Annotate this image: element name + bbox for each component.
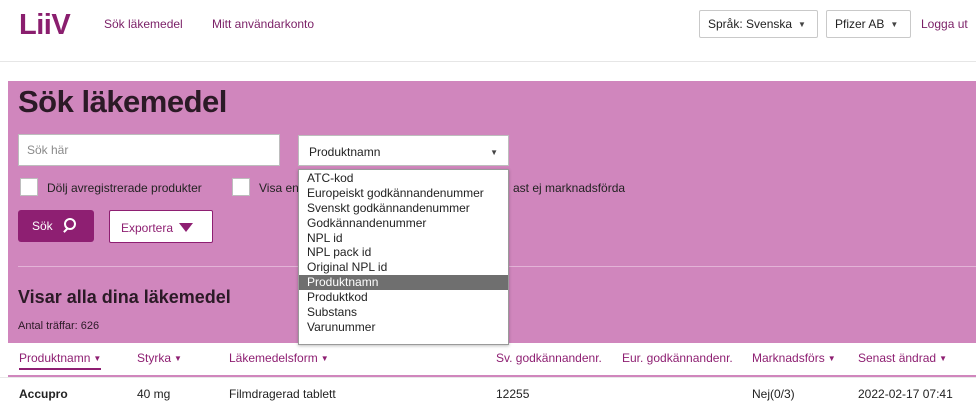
- hit-count: Antal träffar: 626: [18, 320, 100, 332]
- column-header-label: Eur. godkännandenr.: [622, 351, 733, 365]
- cell-last-changed: 2022-02-17 07:41: [858, 387, 953, 401]
- language-select[interactable]: Språk: Svenska ▼: [699, 10, 818, 38]
- not-marketed-label: ast ej marknadsförda: [513, 181, 626, 195]
- column-header-strength[interactable]: Styrka ▼: [137, 351, 182, 365]
- sort-down-icon: ▼: [939, 354, 947, 364]
- search-input[interactable]: [18, 134, 280, 166]
- dropdown-option-original-npl-id[interactable]: Original NPL id: [299, 260, 508, 275]
- show-only-label: Visa en: [259, 181, 299, 195]
- column-header-label: Senast ändrad: [858, 351, 937, 365]
- chevron-down-icon: ▼: [490, 148, 498, 157]
- results-table-header: Produktnamn ▼ Styrka ▼ Läkemedelsform ▼ Sv.…: [0, 343, 976, 375]
- table-row[interactable]: Accupro 40 mg Filmdragerad tablett 12255…: [0, 377, 976, 403]
- top-navigation: LiiV Sök läkemedel Mitt användarkonto Sp…: [0, 0, 976, 62]
- dropdown-option-product-code[interactable]: Produktkod: [299, 290, 508, 305]
- column-header-label: Marknadsförs: [752, 351, 825, 365]
- export-button-label: Exportera: [121, 221, 174, 235]
- dropdown-option-approval[interactable]: Godkännandenummer: [299, 216, 508, 231]
- sort-down-icon: ▼: [827, 354, 836, 364]
- dropdown-option-item-number[interactable]: Varunummer: [299, 320, 508, 335]
- column-header-dosage-form[interactable]: Läkemedelsform ▼: [229, 351, 329, 365]
- cell-marketed: Nej(0/3): [752, 387, 795, 401]
- dropdown-option-eur-approval[interactable]: Europeiskt godkännandenummer: [299, 186, 508, 201]
- search-field-selected-value: Produktnamn: [309, 145, 381, 159]
- cell-sv-approval: 12255: [496, 387, 530, 401]
- search-field-select[interactable]: Produktnamn ▼: [298, 135, 509, 166]
- dropdown-option-atc[interactable]: ATC-kod: [299, 171, 508, 186]
- search-button-label: Sök: [32, 219, 53, 233]
- export-button[interactable]: Exportera: [109, 210, 213, 243]
- chevron-down-icon: ▼: [890, 20, 899, 30]
- column-header-label: Styrka: [137, 351, 172, 365]
- organization-select[interactable]: Pfizer AB ▼: [826, 10, 911, 38]
- nav-search-medicines[interactable]: Sök läkemedel: [104, 17, 183, 31]
- column-header-label: Läkemedelsform: [229, 351, 318, 365]
- nav-my-account[interactable]: Mitt användarkonto: [212, 17, 314, 31]
- show-only-checkbox[interactable]: [232, 178, 250, 196]
- chevron-down-icon: ▼: [798, 20, 806, 30]
- liiv-logo[interactable]: LiiV: [19, 9, 71, 42]
- column-header-marketed[interactable]: Marknadsförs ▼: [752, 351, 836, 365]
- organization-label: Pfizer AB: [835, 17, 885, 31]
- dropdown-option-npl-pack-id[interactable]: NPL pack id: [299, 245, 508, 260]
- column-header-label: Produktnamn: [19, 351, 91, 365]
- sort-down-icon: ▼: [174, 354, 182, 364]
- dropdown-option-npl-id[interactable]: NPL id: [299, 231, 508, 246]
- cell-strength: 40 mg: [137, 387, 171, 401]
- column-header-eur-approval: Eur. godkännandenr.: [622, 351, 733, 365]
- column-header-label: Sv. godkännandenr.: [496, 351, 602, 365]
- dropdown-option-substance[interactable]: Substans: [299, 305, 508, 320]
- language-label: Språk: Svenska: [708, 17, 793, 31]
- column-header-last-changed[interactable]: Senast ändrad ▼: [858, 351, 947, 365]
- page-title: Sök läkemedel: [18, 84, 227, 119]
- cell-dosage-form: Filmdragerad tablett: [229, 387, 336, 401]
- logout-link[interactable]: Logga ut: [921, 17, 968, 31]
- search-icon: [64, 218, 76, 230]
- caret-down-icon: [179, 223, 193, 232]
- hide-deregistered-checkbox[interactable]: [20, 178, 38, 196]
- column-header-sv-approval: Sv. godkännandenr.: [496, 351, 602, 365]
- sort-down-icon: ▼: [320, 354, 329, 364]
- hide-deregistered-label: Dölj avregistrerade produkter: [47, 181, 202, 195]
- dropdown-option-sv-approval[interactable]: Svenskt godkännandenummer: [299, 201, 508, 216]
- search-field-dropdown: ATC-kod Europeiskt godkännandenummer Sve…: [298, 169, 509, 345]
- dropdown-option-product-name[interactable]: Produktnamn: [299, 275, 508, 291]
- results-title: Visar alla dina läkemedel: [18, 287, 231, 307]
- cell-product-name[interactable]: Accupro: [19, 387, 68, 401]
- sort-down-icon: ▼: [93, 354, 102, 364]
- search-button[interactable]: Sök: [18, 210, 94, 242]
- column-header-product-name[interactable]: Produktnamn ▼: [19, 351, 102, 370]
